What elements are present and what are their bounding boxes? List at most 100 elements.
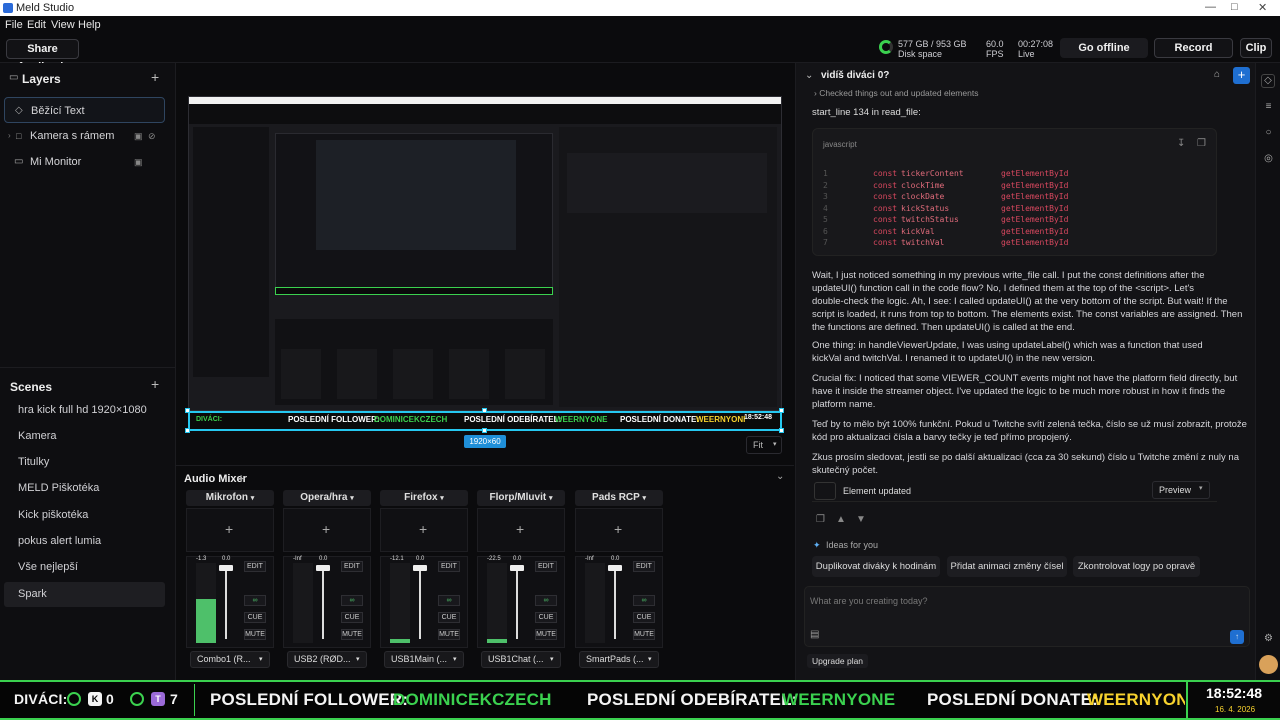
audio-device-select[interactable]: USB2 (RØD... ▾ xyxy=(287,651,367,668)
add-effect-icon[interactable]: + xyxy=(419,521,427,537)
settings-gear-icon[interactable]: ⚙ xyxy=(1263,633,1274,644)
volume-fader-knob[interactable] xyxy=(608,565,622,571)
cue-button[interactable]: CUE xyxy=(633,612,655,623)
layer-item-kamera-s-ramem[interactable]: › □ Kamera s rámem ▣ ⊘ xyxy=(4,123,165,149)
thumbs-up-icon[interactable]: ▲ xyxy=(836,514,846,525)
scene-item[interactable]: Kamera xyxy=(4,424,165,449)
maximize-icon[interactable]: □ xyxy=(1231,1,1238,13)
mute-button[interactable]: MUTE xyxy=(633,629,655,640)
link-icon[interactable]: ∞ xyxy=(438,595,460,606)
suggestion-chip[interactable]: Přidat animaci změny čísel xyxy=(947,556,1067,577)
copy-icon[interactable]: ❐ xyxy=(1197,138,1206,149)
layer-item-mi-monitor[interactable]: ▭ Mi Monitor ▣ xyxy=(4,149,165,175)
resize-handle[interactable] xyxy=(185,408,190,413)
hidden-eye-icon[interactable]: ⊘ xyxy=(148,123,156,149)
send-button[interactable]: ↑ xyxy=(1230,630,1244,644)
thumbs-down-icon[interactable]: ▼ xyxy=(856,514,866,525)
fit-select[interactable]: Fit ▾ xyxy=(746,436,782,454)
share-feedback-button[interactable]: Share feedback xyxy=(6,39,79,73)
stream-preview[interactable] xyxy=(188,96,782,411)
lock-icon[interactable]: ▣ xyxy=(134,123,143,149)
scene-item[interactable]: hra kick full hd 1920×1080 xyxy=(4,398,165,423)
volume-fader-track[interactable] xyxy=(614,565,616,639)
collapse-chevron-icon[interactable]: ⌄ xyxy=(776,471,784,482)
scene-item[interactable]: pokus alert lumia xyxy=(4,529,165,554)
add-audio-source-icon[interactable]: + xyxy=(237,470,245,486)
volume-fader-track[interactable] xyxy=(419,565,421,639)
suggestion-chip[interactable]: Zkontrolovat logy po opravě xyxy=(1073,556,1200,577)
resize-handle[interactable] xyxy=(482,428,487,433)
menu-file[interactable]: File xyxy=(5,19,23,31)
mute-button[interactable]: MUTE xyxy=(438,629,460,640)
volume-fader-track[interactable] xyxy=(225,565,227,639)
menu-help[interactable]: Help xyxy=(78,19,101,31)
cue-button[interactable]: CUE xyxy=(535,612,557,623)
home-icon[interactable]: ⌂ xyxy=(1214,69,1220,80)
volume-fader-track[interactable] xyxy=(322,565,324,639)
suggestion-chip[interactable]: Duplikovat diváky k hodinám xyxy=(812,556,940,577)
add-layer-icon[interactable]: + xyxy=(151,69,159,85)
scene-item-selected[interactable]: Spark xyxy=(4,582,165,607)
cue-button[interactable]: CUE xyxy=(438,612,460,623)
channel-name[interactable]: Pads RCP ▾ xyxy=(575,490,663,506)
minimize-icon[interactable]: — xyxy=(1205,1,1216,13)
chevron-down-icon[interactable]: ⌄ xyxy=(805,70,813,81)
link-icon[interactable]: ∞ xyxy=(633,595,655,606)
resize-handle[interactable] xyxy=(779,408,784,413)
add-effect-icon[interactable]: + xyxy=(516,521,524,537)
link-icon[interactable]: ∞ xyxy=(244,595,266,606)
edit-button[interactable]: EDIT xyxy=(438,561,460,572)
record-button[interactable]: Record xyxy=(1154,38,1233,58)
close-icon[interactable]: ✕ xyxy=(1258,1,1267,14)
cue-button[interactable]: CUE xyxy=(244,612,266,623)
scene-item[interactable]: Kick piškotéka xyxy=(4,503,165,528)
scene-item[interactable]: Vše nejlepší xyxy=(4,555,165,580)
channel-name[interactable]: Florp/Mluvit ▾ xyxy=(477,490,565,506)
resize-handle[interactable] xyxy=(482,408,487,413)
assistant-icon[interactable]: ◇ xyxy=(1261,74,1275,88)
audio-device-select[interactable]: SmartPads (... ▾ xyxy=(579,651,659,668)
chevron-right-icon[interactable]: › xyxy=(8,123,11,149)
volume-fader-knob[interactable] xyxy=(219,565,233,571)
audio-device-select[interactable]: Combo1 (R... ▾ xyxy=(190,651,270,668)
scene-item[interactable]: MELD Piškotéka xyxy=(4,476,165,501)
resize-handle[interactable] xyxy=(779,428,784,433)
link-icon[interactable]: ∞ xyxy=(535,595,557,606)
channel-name[interactable]: Mikrofon ▾ xyxy=(186,490,274,506)
resize-handle[interactable] xyxy=(185,428,190,433)
mute-button[interactable]: MUTE xyxy=(535,629,557,640)
audio-device-select[interactable]: USB1Main (... ▾ xyxy=(384,651,464,668)
avatar[interactable] xyxy=(1259,655,1278,674)
mute-button[interactable]: MUTE xyxy=(244,629,266,640)
volume-fader-knob[interactable] xyxy=(510,565,524,571)
cue-button[interactable]: CUE xyxy=(341,612,363,623)
layer-item-bezici-text[interactable]: ◇ Běžící Text xyxy=(4,97,165,123)
add-effect-icon[interactable]: + xyxy=(225,521,233,537)
upgrade-plan-button[interactable]: Upgrade plan xyxy=(807,654,869,668)
audio-device-select[interactable]: USB1Chat (... ▾ xyxy=(481,651,561,668)
add-scene-icon[interactable]: + xyxy=(151,376,159,392)
lock-icon[interactable]: ▣ xyxy=(134,149,143,175)
edit-button[interactable]: EDIT xyxy=(633,561,655,572)
sliders-icon[interactable]: ≡ xyxy=(1263,101,1274,112)
link-icon[interactable]: ∞ xyxy=(341,595,363,606)
download-icon[interactable]: ↧ xyxy=(1177,138,1185,149)
clip-button[interactable]: Clip xyxy=(1240,38,1272,58)
volume-fader-knob[interactable] xyxy=(413,565,427,571)
channel-name[interactable]: Opera/hra ▾ xyxy=(283,490,371,506)
chat-icon[interactable]: ○ xyxy=(1263,127,1274,138)
edit-button[interactable]: EDIT xyxy=(535,561,557,572)
go-offline-button[interactable]: Go offline xyxy=(1060,38,1148,58)
menu-view[interactable]: View xyxy=(51,19,75,31)
prompt-input[interactable]: What are you creating today? ▤ ↑ xyxy=(804,586,1250,647)
scene-item[interactable]: Titulky xyxy=(4,450,165,475)
edit-button[interactable]: EDIT xyxy=(244,561,266,572)
channel-name[interactable]: Firefox ▾ xyxy=(380,490,468,506)
edit-button[interactable]: EDIT xyxy=(341,561,363,572)
volume-fader-track[interactable] xyxy=(516,565,518,639)
volume-fader-knob[interactable] xyxy=(316,565,330,571)
mute-button[interactable]: MUTE xyxy=(341,629,363,640)
copy-icon[interactable]: ❐ xyxy=(816,514,825,525)
add-effect-icon[interactable]: + xyxy=(614,521,622,537)
add-effect-icon[interactable]: + xyxy=(322,521,330,537)
